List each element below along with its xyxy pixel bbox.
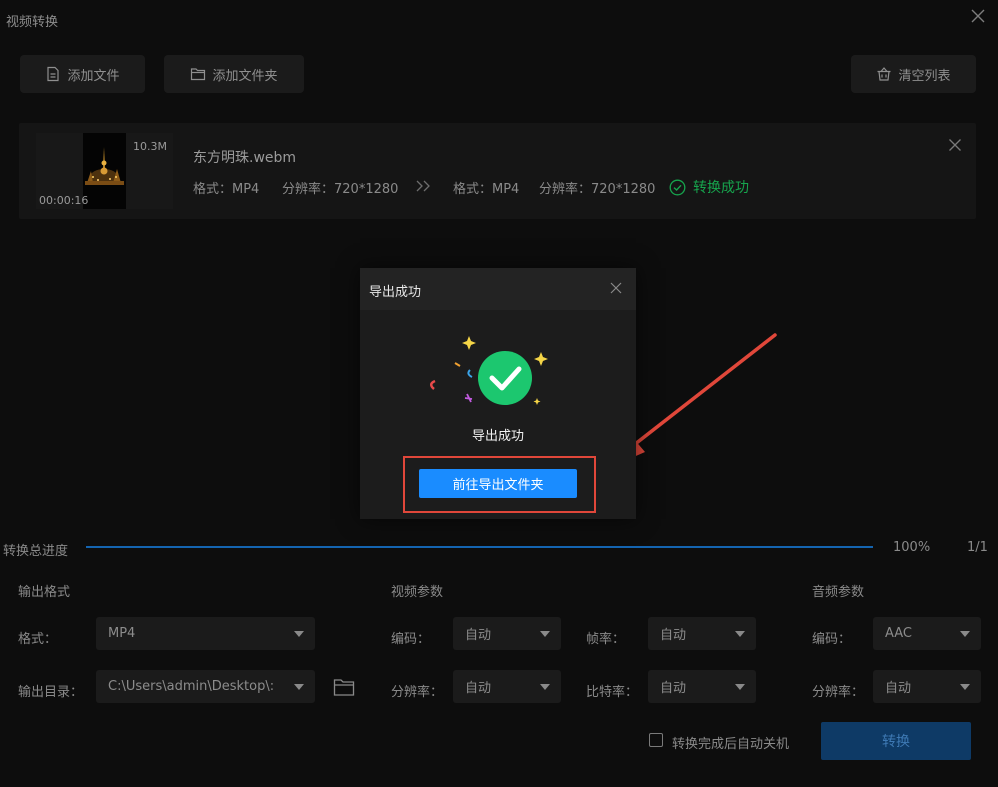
audio-codec-select[interactable]: AAC (873, 617, 981, 650)
title-bar: 视频转换 (0, 0, 998, 38)
file-size: 10.3M (133, 140, 167, 153)
conversion-status: 转换成功 (669, 177, 749, 197)
document-icon (47, 66, 60, 82)
format-select[interactable]: MP4 (96, 617, 315, 650)
audio-resolution-select[interactable]: 自动 (873, 670, 981, 703)
video-codec-value: 自动 (465, 628, 492, 643)
video-resolution-label: 分辨率： (391, 685, 444, 700)
chevron-down-icon (960, 684, 970, 690)
audio-codec-label: 编码： (812, 632, 852, 647)
open-export-folder-button[interactable]: 前往导出文件夹 (419, 469, 577, 498)
video-params-title: 视频参数 (391, 585, 444, 600)
thumbnail-image (83, 133, 126, 209)
clear-list-label: 清空列表 (898, 68, 951, 84)
video-codec-select[interactable]: 自动 (453, 617, 561, 650)
source-format: 格式：MP4 (193, 182, 260, 197)
video-resolution-select[interactable]: 自动 (453, 670, 561, 703)
output-format-title: 输出格式 (18, 585, 71, 600)
video-duration: 00:00:16 (39, 194, 89, 207)
check-circle-icon (669, 179, 686, 195)
video-codec-label: 编码： (391, 632, 431, 647)
output-dir-select[interactable]: C:\Users\admin\Desktop\: (96, 670, 315, 703)
progress-fill (86, 546, 873, 548)
add-folder-button[interactable]: 添加文件夹 (164, 55, 304, 93)
source-resolution: 分辨率：720*1280 (282, 182, 399, 197)
fps-value: 自动 (660, 628, 687, 643)
output-dir-label: 输出目录： (18, 685, 84, 700)
status-text: 转换成功 (693, 180, 749, 196)
remove-file-icon[interactable] (948, 138, 962, 152)
fps-label: 帧率： (586, 632, 626, 647)
double-chevron-right-icon (416, 180, 430, 192)
dialog-title: 导出成功 (369, 285, 422, 300)
chevron-down-icon (294, 631, 304, 637)
audio-codec-value: AAC (885, 626, 912, 641)
audio-resolution-value: 自动 (885, 681, 912, 696)
video-resolution-value: 自动 (465, 681, 492, 696)
progress-count: 1/1 (967, 540, 988, 555)
target-format: 格式：MP4 (453, 182, 520, 197)
audio-resolution-label: 分辨率： (812, 685, 865, 700)
format-select-value: MP4 (108, 626, 136, 641)
browse-folder-icon[interactable] (333, 677, 355, 697)
add-file-label: 添加文件 (67, 68, 120, 84)
chevron-down-icon (735, 631, 745, 637)
bitrate-select[interactable]: 自动 (648, 670, 756, 703)
bitrate-value: 自动 (660, 681, 687, 696)
folder-icon (191, 68, 206, 81)
chevron-down-icon (960, 631, 970, 637)
bitrate-label: 比特率： (586, 685, 639, 700)
dialog-close-icon[interactable] (610, 282, 622, 294)
target-resolution: 分辨率：720*1280 (539, 182, 656, 197)
video-thumbnail: 10.3M 00:00:16 (36, 133, 173, 209)
fps-select[interactable]: 自动 (648, 617, 756, 650)
auto-shutdown-checkbox[interactable] (649, 733, 663, 747)
clear-list-button[interactable]: 清空列表 (851, 55, 976, 93)
chevron-down-icon (540, 684, 550, 690)
window-close-icon[interactable] (970, 8, 986, 24)
convert-button[interactable]: 转换 (821, 722, 971, 760)
progress-label: 转换总进度 (3, 544, 69, 559)
file-list-item: 10.3M 00:00:16 东方明珠.webm 格式：MP4 分辨率：720*… (19, 123, 976, 219)
audio-params-title: 音频参数 (812, 585, 865, 600)
add-file-button[interactable]: 添加文件 (20, 55, 145, 93)
dialog-message: 导出成功 (471, 429, 524, 444)
format-label: 格式： (18, 632, 58, 647)
success-check-illustration (430, 336, 548, 405)
progress-percent: 100% (893, 540, 931, 555)
progress-bar (86, 546, 873, 548)
basket-icon (877, 67, 891, 81)
output-dir-value: C:\Users\admin\Desktop\: (108, 679, 275, 694)
dialog-header: 导出成功 (360, 268, 636, 310)
auto-shutdown-label: 转换完成后自动关机 (672, 737, 790, 752)
file-name: 东方明珠.webm (193, 150, 297, 166)
chevron-down-icon (540, 631, 550, 637)
chevron-down-icon (735, 684, 745, 690)
add-folder-label: 添加文件夹 (212, 68, 278, 84)
window-title: 视频转换 (6, 15, 59, 30)
chevron-down-icon (294, 684, 304, 690)
